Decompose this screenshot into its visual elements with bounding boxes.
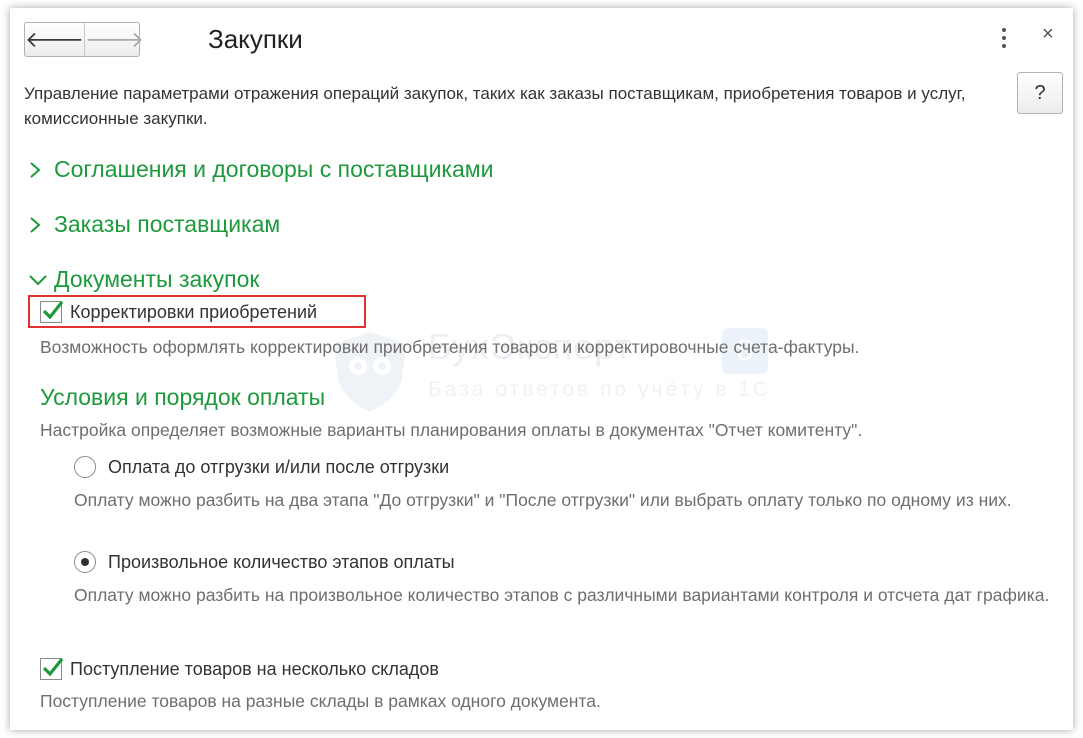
multi-warehouse-checkbox[interactable] [40,658,64,680]
page-description: Управление параметрами отражения операци… [24,84,966,128]
page-title: Закупки [208,24,303,54]
corrections-checkbox[interactable] [40,301,64,323]
forward-arrow-icon[interactable]: 🡒 [85,23,144,56]
payment-terms-title: Условия и порядок оплаты [40,384,326,410]
payment-option-label: Оплата до отгрузки и/или после отгрузки [108,456,450,477]
chevron-down-icon [28,273,54,287]
watermark-subtitle: База ответов по учёту в 1С [428,378,772,401]
help-button[interactable]: ? [1017,72,1063,114]
payment-option-arbitrary-stages[interactable]: Произвольное количество этапов оплаты [74,551,455,573]
chevron-right-icon [28,160,54,180]
group-purchase-documents[interactable]: Документы закупок [28,266,259,293]
corrections-option[interactable]: Корректировки приобретений [40,301,317,323]
multi-warehouse-note: Поступление товаров на разные склады в р… [40,691,601,711]
close-icon[interactable]: × [1042,24,1054,44]
multi-warehouse-label: Поступление товаров на несколько складов [70,658,439,679]
payment-terms-note: Настройка определяет возможные варианты … [40,420,863,440]
more-vertical-icon[interactable] [1000,28,1008,48]
checkmark-icon [42,301,64,320]
group-label: Соглашения и договоры с поставщиками [54,156,494,182]
payment-option-before-after[interactable]: Оплата до отгрузки и/или после отгрузки [74,456,449,478]
chevron-right-icon [28,215,54,235]
corrections-note: Возможность оформлять корректировки прио… [40,337,860,357]
payment-option-label: Произвольное количество этапов оплаты [108,551,455,572]
corrections-label: Корректировки приобретений [70,301,318,322]
group-label: Заказы поставщикам [54,211,281,237]
multi-warehouse-option[interactable]: Поступление товаров на несколько складов [40,658,439,680]
payment-option-note: Оплату можно разбить на произвольное кол… [74,585,1050,605]
radio-arbitrary-stages[interactable] [74,551,96,573]
purchases-settings-window: 🡐 🡒 Закупки × ? Управление параметрами о… [10,8,1073,730]
navigation-buttons: 🡐 🡒 [24,22,144,57]
group-supplier-orders[interactable]: Заказы поставщикам [28,211,280,238]
group-supplier-agreements[interactable]: Соглашения и договоры с поставщиками [28,156,493,183]
group-label: Документы закупок [54,266,260,292]
back-arrow-icon[interactable]: 🡐 [25,23,85,56]
checkmark-icon [42,658,64,677]
payment-option-note: Оплату можно разбить на два этапа "До от… [74,490,1012,510]
radio-before-after[interactable] [74,456,96,478]
